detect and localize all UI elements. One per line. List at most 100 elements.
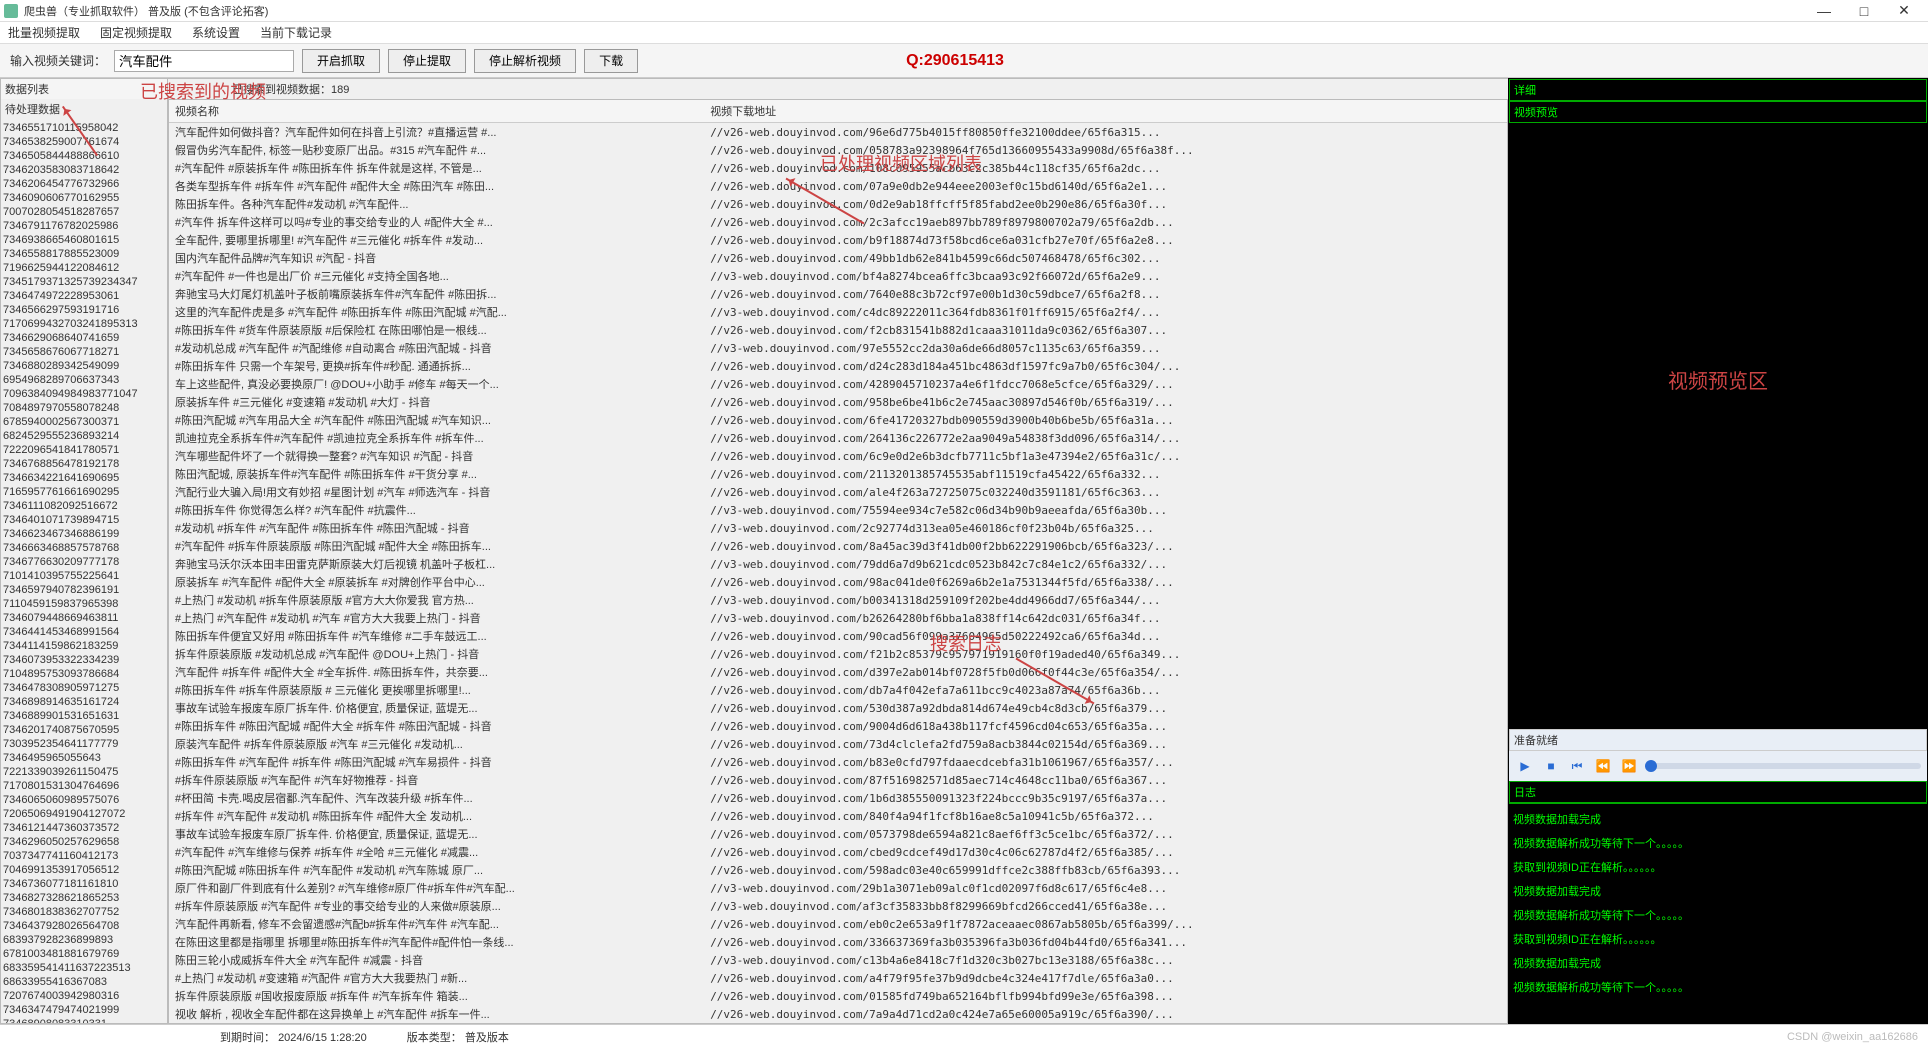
close-button[interactable]: ✕ bbox=[1884, 1, 1924, 21]
table-row[interactable]: 陈田拆车件便宜又好用 #陈田拆车件 #汽车维修 #二手车鼓远工...//v26-… bbox=[169, 627, 1507, 645]
table-row[interactable]: 汽车配件如何做抖音？汽车配件如何在抖音上引流？#直播运营 #...//v26-w… bbox=[169, 123, 1507, 142]
id-item[interactable]: 683359541411637223513 bbox=[3, 961, 165, 975]
table-row[interactable]: #陈田拆车件 #货车件原装原版 #后保险杠 在陈田哪怕是一根线...//v26-… bbox=[169, 321, 1507, 339]
table-row[interactable]: #发动机 #拆车件 #汽车配件 #陈田拆车件 #陈田汽配城 - 抖音//v3-w… bbox=[169, 519, 1507, 537]
table-row[interactable]: 陈田拆车件。各种汽车配件#发动机 #汽车配件...//v26-web.douyi… bbox=[169, 195, 1507, 213]
id-item[interactable]: 7346938665460801615 bbox=[3, 233, 165, 247]
id-item[interactable]: 7101410395755225641 bbox=[3, 569, 165, 583]
minimize-button[interactable]: — bbox=[1804, 1, 1844, 21]
table-row[interactable]: 原厂件和副厂件到底有什么差别? #汽车维修#原厂件#拆车件#汽车配...//v3… bbox=[169, 879, 1507, 897]
stop-icon[interactable]: ■ bbox=[1541, 756, 1561, 776]
download-button[interactable]: 下载 bbox=[584, 49, 638, 73]
id-item[interactable]: 7221339039261150475 bbox=[3, 765, 165, 779]
table-row[interactable]: 面店老板的老车配件终于齐了。开工! #2021du cae 年度盘典 #修...… bbox=[169, 1023, 1507, 1024]
id-item[interactable]: 72065069491904127072 bbox=[3, 807, 165, 821]
id-item[interactable]: 7346079448669463811 bbox=[3, 611, 165, 625]
id-item[interactable]: 7303952354641177779 bbox=[3, 737, 165, 751]
id-item[interactable]: 7170699432703241895313 bbox=[3, 317, 165, 331]
table-row[interactable]: 各类车型拆车件 #拆车件 #汽车配件 #配件大全 #陈田汽车 #陈田...//v… bbox=[169, 177, 1507, 195]
table-row[interactable]: #陈田拆车件 #汽车配件 #拆车件 #陈田汽配城 #汽车易损件 - 抖音//v2… bbox=[169, 753, 1507, 771]
rewind-icon[interactable]: ⏪ bbox=[1593, 756, 1613, 776]
maximize-button[interactable]: □ bbox=[1844, 1, 1884, 21]
table-row[interactable]: #汽车配件 #拆车件原装原版 #陈田汽配城 #配件大全 #陈田拆车...//v2… bbox=[169, 537, 1507, 555]
table-row[interactable]: #陈田拆车件 只需一个车架号, 更换#拆车件#秒配. 通通拆拆...//v26-… bbox=[169, 357, 1507, 375]
id-item[interactable]: 7165957761661690295 bbox=[3, 485, 165, 499]
id-item[interactable]: 7346347479474021999 bbox=[3, 1003, 165, 1017]
id-item[interactable]: 7345658676067718271 bbox=[3, 345, 165, 359]
id-item[interactable]: 7346629068640741659 bbox=[3, 331, 165, 345]
id-item[interactable]: 68633955416367083 bbox=[3, 975, 165, 989]
id-item[interactable]: 7196625944122084612 bbox=[3, 261, 165, 275]
menu-fixed[interactable]: 固定视频提取 bbox=[96, 22, 176, 43]
table-row[interactable]: 奔驰宝马大灯尾灯机盖叶子板前嘴原装拆车件#汽车配件 #陈田拆...//v26-w… bbox=[169, 285, 1507, 303]
id-item[interactable]: 7346296050257629658 bbox=[3, 835, 165, 849]
table-row[interactable]: #上热门 #发动机 #拆车件原装原版 #官方大大你爱我 官方热...//v3-w… bbox=[169, 591, 1507, 609]
id-list[interactable]: 7346551710115958042734653825900776167473… bbox=[1, 119, 167, 1023]
table-row[interactable]: 事故车试验车报废车原厂拆车件. 价格便宜, 质量保证, 蓝堤无...//v26-… bbox=[169, 825, 1507, 843]
id-item[interactable]: 7346558817885523009 bbox=[3, 247, 165, 261]
id-item[interactable]: 7346566297593191716 bbox=[3, 303, 165, 317]
id-item[interactable]: 6824529555236893214 bbox=[3, 429, 165, 443]
id-item[interactable]: 7345179371325739234347 bbox=[3, 275, 165, 289]
id-item[interactable]: 7346203583083718642 bbox=[3, 163, 165, 177]
table-row[interactable]: 在陈田这里都是指哪里 拆哪里#陈田拆车件#汽车配件#配件怕一条线...//v26… bbox=[169, 933, 1507, 951]
table-row[interactable]: 全车配件, 要哪里拆哪里! #汽车配件 #三元催化 #拆车件 #发动...//v… bbox=[169, 231, 1507, 249]
id-item[interactable]: 73468908083310331 bbox=[3, 1017, 165, 1023]
table-row[interactable]: 原装拆车件 #三元催化 #变速箱 #发动机 #大灯 - 抖音//v26-web.… bbox=[169, 393, 1507, 411]
id-item[interactable]: 7346768856478192178 bbox=[3, 457, 165, 471]
id-item[interactable]: 7084897970558078248 bbox=[3, 401, 165, 415]
id-item[interactable]: 7037347741160412173 bbox=[3, 849, 165, 863]
play-icon[interactable]: ▶ bbox=[1515, 756, 1535, 776]
id-item[interactable]: 7046991353917056512 bbox=[3, 863, 165, 877]
id-item[interactable]: 7346898914635161724 bbox=[3, 695, 165, 709]
table-row[interactable]: #杯田简 卡壳.喝皮层宿鄱.汽车配件、汽车改装升级 #拆车件...//v26-w… bbox=[169, 789, 1507, 807]
table-row[interactable]: 这里的汽车配件虎是多 #汽车配件 #陈田拆车件 #陈田汽配城 #汽配...//v… bbox=[169, 303, 1507, 321]
id-item[interactable]: 7346065060989575076 bbox=[3, 793, 165, 807]
id-item[interactable]: 7346201740875670595 bbox=[3, 723, 165, 737]
id-item[interactable]: 6785940002567300371 bbox=[3, 415, 165, 429]
id-item[interactable]: 7346597940782396191 bbox=[3, 583, 165, 597]
id-item[interactable]: 7346505844488866610 bbox=[3, 149, 165, 163]
id-item[interactable]: 7346478308905971275 bbox=[3, 681, 165, 695]
table-row[interactable]: 车上这些配件, 真没必要换原厂! @DOU+小助手 #修车 #每天一个...//… bbox=[169, 375, 1507, 393]
id-item[interactable]: 683937928236899893 bbox=[3, 933, 165, 947]
table-row[interactable]: #拆车件原装原版 #汽车配件 #汽车好物推荐 - 抖音//v26-web.dou… bbox=[169, 771, 1507, 789]
id-item[interactable]: 7346437928026564708 bbox=[3, 919, 165, 933]
table-row[interactable]: #陈田拆车件 #拆车件原装原版 # 三元催化 更挨哪里拆哪里!...//v26-… bbox=[169, 681, 1507, 699]
progress-slider[interactable] bbox=[1645, 763, 1921, 769]
id-item[interactable]: 7346827328621865253 bbox=[3, 891, 165, 905]
id-item[interactable]: 7344114159862183259 bbox=[3, 639, 165, 653]
id-item[interactable]: 7207674003942980316 bbox=[3, 989, 165, 1003]
table-row[interactable]: 陈田汽配城, 原装拆车件#汽车配件 #陈田拆车件 #干货分享 #...//v26… bbox=[169, 465, 1507, 483]
table-row[interactable]: 视收 解析 , 视收全车配件都在这异换单上 #汽车配件 #拆车一件...//v2… bbox=[169, 1005, 1507, 1023]
table-row[interactable]: #陈田汽配城 #陈田拆车件 #汽车配件 #发动机 #汽车陈城 原厂...//v2… bbox=[169, 861, 1507, 879]
table-row[interactable]: #拆车件原装原版 #汽车配件 #专业的事交给专业的人来做#原装原...//v3-… bbox=[169, 897, 1507, 915]
table-row[interactable]: 原装拆车 #汽车配件 #配件大全 #原装拆车 #对牌创作平台中心...//v26… bbox=[169, 573, 1507, 591]
id-item[interactable]: 7346073953322334239 bbox=[3, 653, 165, 667]
keyword-input[interactable] bbox=[114, 50, 294, 72]
id-item[interactable]: 7346663468857578768 bbox=[3, 541, 165, 555]
stop-button[interactable]: 停止提取 bbox=[388, 49, 466, 73]
table-row[interactable]: 汽车配件再新看, 修车不会留遗感#汽配b#拆车件#汽车件 #汽车配...//v2… bbox=[169, 915, 1507, 933]
table-row[interactable]: #陈田拆车件 #陈田汽配城 #配件大全 #拆车件 #陈田汽配城 - 抖音//v2… bbox=[169, 717, 1507, 735]
id-item[interactable]: 7346736077181161810 bbox=[3, 877, 165, 891]
id-item[interactable]: 6781003481881679769 bbox=[3, 947, 165, 961]
table-row[interactable]: 汽车哪些配件坏了一个就得换一整套? #汽车知识 #汽配 - 抖音//v26-we… bbox=[169, 447, 1507, 465]
table-row[interactable]: #拆车件 #汽车配件 #发动机 #陈田拆车件 #配件大全 发动机...//v26… bbox=[169, 807, 1507, 825]
table-row[interactable]: 拆车件原装原版 #国收报废原版 #拆车件 #汽车拆车件 箱装...//v26-w… bbox=[169, 987, 1507, 1005]
menu-downloads[interactable]: 当前下载记录 bbox=[256, 22, 336, 43]
id-item[interactable]: 7346801838362707752 bbox=[3, 905, 165, 919]
id-item[interactable]: 7346889901531651631 bbox=[3, 709, 165, 723]
col-url[interactable]: 视频下载地址 bbox=[704, 100, 1507, 123]
table-row[interactable]: 假冒伪劣汽车配件, 标签一贴秒变原厂出品。#315 #汽车配件 #...//v2… bbox=[169, 141, 1507, 159]
id-item[interactable]: 7346111082092516672 bbox=[3, 499, 165, 513]
log-box[interactable]: 视频数据加载完成视频数据解析成功等待下一个。。。。。获取到视频ID正在解析。。。… bbox=[1509, 803, 1927, 1023]
id-item[interactable]: 7346634221641690695 bbox=[3, 471, 165, 485]
id-item[interactable]: 7096384094984983771047 bbox=[3, 387, 165, 401]
id-item[interactable]: 7346474972228953061 bbox=[3, 289, 165, 303]
table-row[interactable]: #陈田汽配城 #汽车用品大全 #汽车配件 #陈田汽配城 #汽车知识...//v2… bbox=[169, 411, 1507, 429]
table-row[interactable]: 凯迪拉克全系拆车件#汽车配件 #凯迪拉克全系拆车件 #拆车件...//v26-w… bbox=[169, 429, 1507, 447]
start-button[interactable]: 开启抓取 bbox=[302, 49, 380, 73]
id-item[interactable]: 7346121447360373572 bbox=[3, 821, 165, 835]
id-item[interactable]: 7346623467346886199 bbox=[3, 527, 165, 541]
